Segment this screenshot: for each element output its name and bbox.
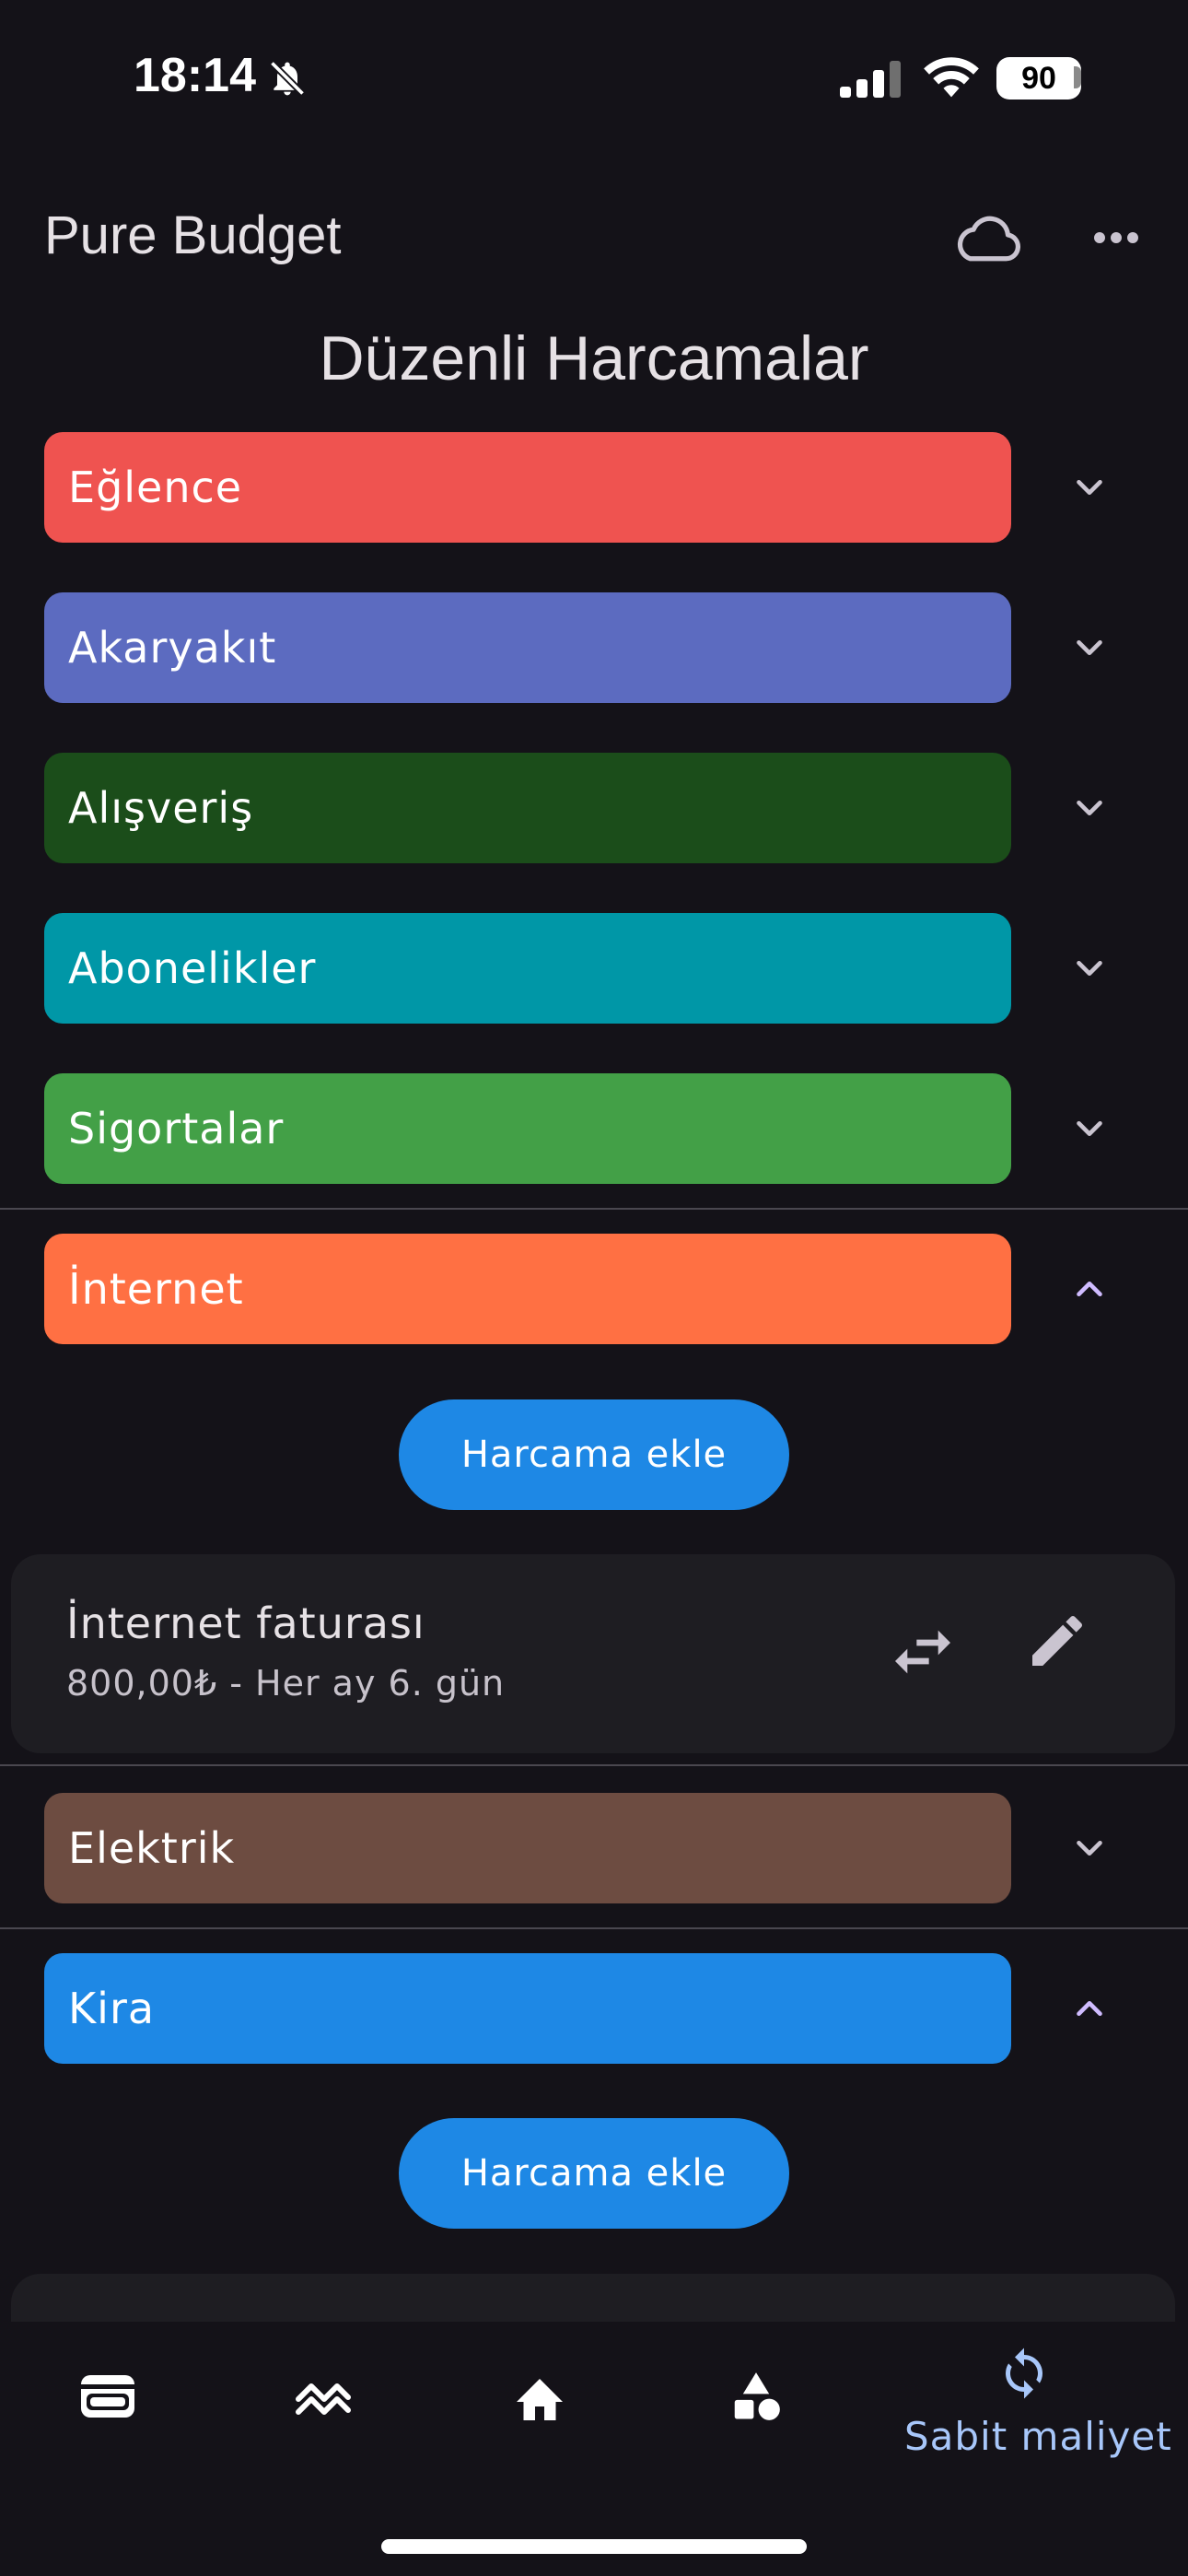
chevron-down-icon[interactable] <box>1068 1827 1111 1869</box>
cloud-icon[interactable] <box>952 210 1024 265</box>
chevron-down-icon[interactable] <box>1068 787 1111 829</box>
category-sigortalar[interactable]: Sigortalar <box>44 1073 1011 1184</box>
add-expense-button[interactable]: Harcama ekle <box>399 1399 789 1510</box>
category-abonelikler[interactable]: Abonelikler <box>44 913 1011 1024</box>
nav-label-sabit-maliyet[interactable]: Sabit maliyet <box>904 2414 1172 2459</box>
chevron-down-icon[interactable] <box>1068 947 1111 989</box>
category-alisveris[interactable]: Alışveriş <box>44 753 1011 863</box>
section-divider <box>0 1927 1188 1929</box>
expense-detail: 800,00₺ - Her ay 6. gün <box>66 1663 506 1704</box>
battery-level: 90 <box>1021 61 1056 96</box>
battery-indicator: 90 <box>996 57 1081 100</box>
chevron-down-icon[interactable] <box>1068 626 1111 669</box>
edit-icon[interactable] <box>1024 1608 1090 1674</box>
category-icon[interactable] <box>728 2368 785 2425</box>
page-title: Düzenli Harcamalar <box>319 323 869 393</box>
trend-icon[interactable] <box>295 2379 352 2416</box>
category-internet[interactable]: İnternet <box>44 1234 1011 1344</box>
swap-horiz-icon[interactable] <box>886 1615 960 1689</box>
expense-card[interactable] <box>11 2274 1175 2329</box>
cellular-signal-icon <box>840 61 901 98</box>
section-divider <box>0 1764 1188 1766</box>
chevron-down-icon[interactable] <box>1068 466 1111 509</box>
recurring-icon[interactable] <box>996 2346 1052 2401</box>
home-icon[interactable] <box>512 2371 567 2423</box>
category-eglence[interactable]: Eğlence <box>44 432 1011 543</box>
bell-off-icon <box>269 60 306 97</box>
app-title: Pure Budget <box>44 205 342 265</box>
chevron-up-icon[interactable] <box>1068 1268 1111 1310</box>
more-horiz-icon[interactable] <box>1092 230 1140 245</box>
section-divider <box>0 1208 1188 1210</box>
battery-tip <box>1074 66 1081 88</box>
wifi-icon <box>924 57 979 98</box>
status-time: 18:14 <box>134 49 256 102</box>
wallet-icon[interactable] <box>79 2371 136 2421</box>
home-indicator[interactable] <box>381 2539 807 2554</box>
category-elektrik[interactable]: Elektrik <box>44 1793 1011 1903</box>
chevron-up-icon[interactable] <box>1068 1987 1111 2030</box>
category-kira[interactable]: Kira <box>44 1953 1011 2064</box>
expense-card[interactable]: İnternet faturası 800,00₺ - Her ay 6. gü… <box>11 1554 1175 1753</box>
category-akaryakit[interactable]: Akaryakıt <box>44 592 1011 703</box>
add-expense-button[interactable]: Harcama ekle <box>399 2118 789 2229</box>
expense-name: İnternet faturası <box>66 1598 425 1648</box>
chevron-down-icon[interactable] <box>1068 1107 1111 1150</box>
